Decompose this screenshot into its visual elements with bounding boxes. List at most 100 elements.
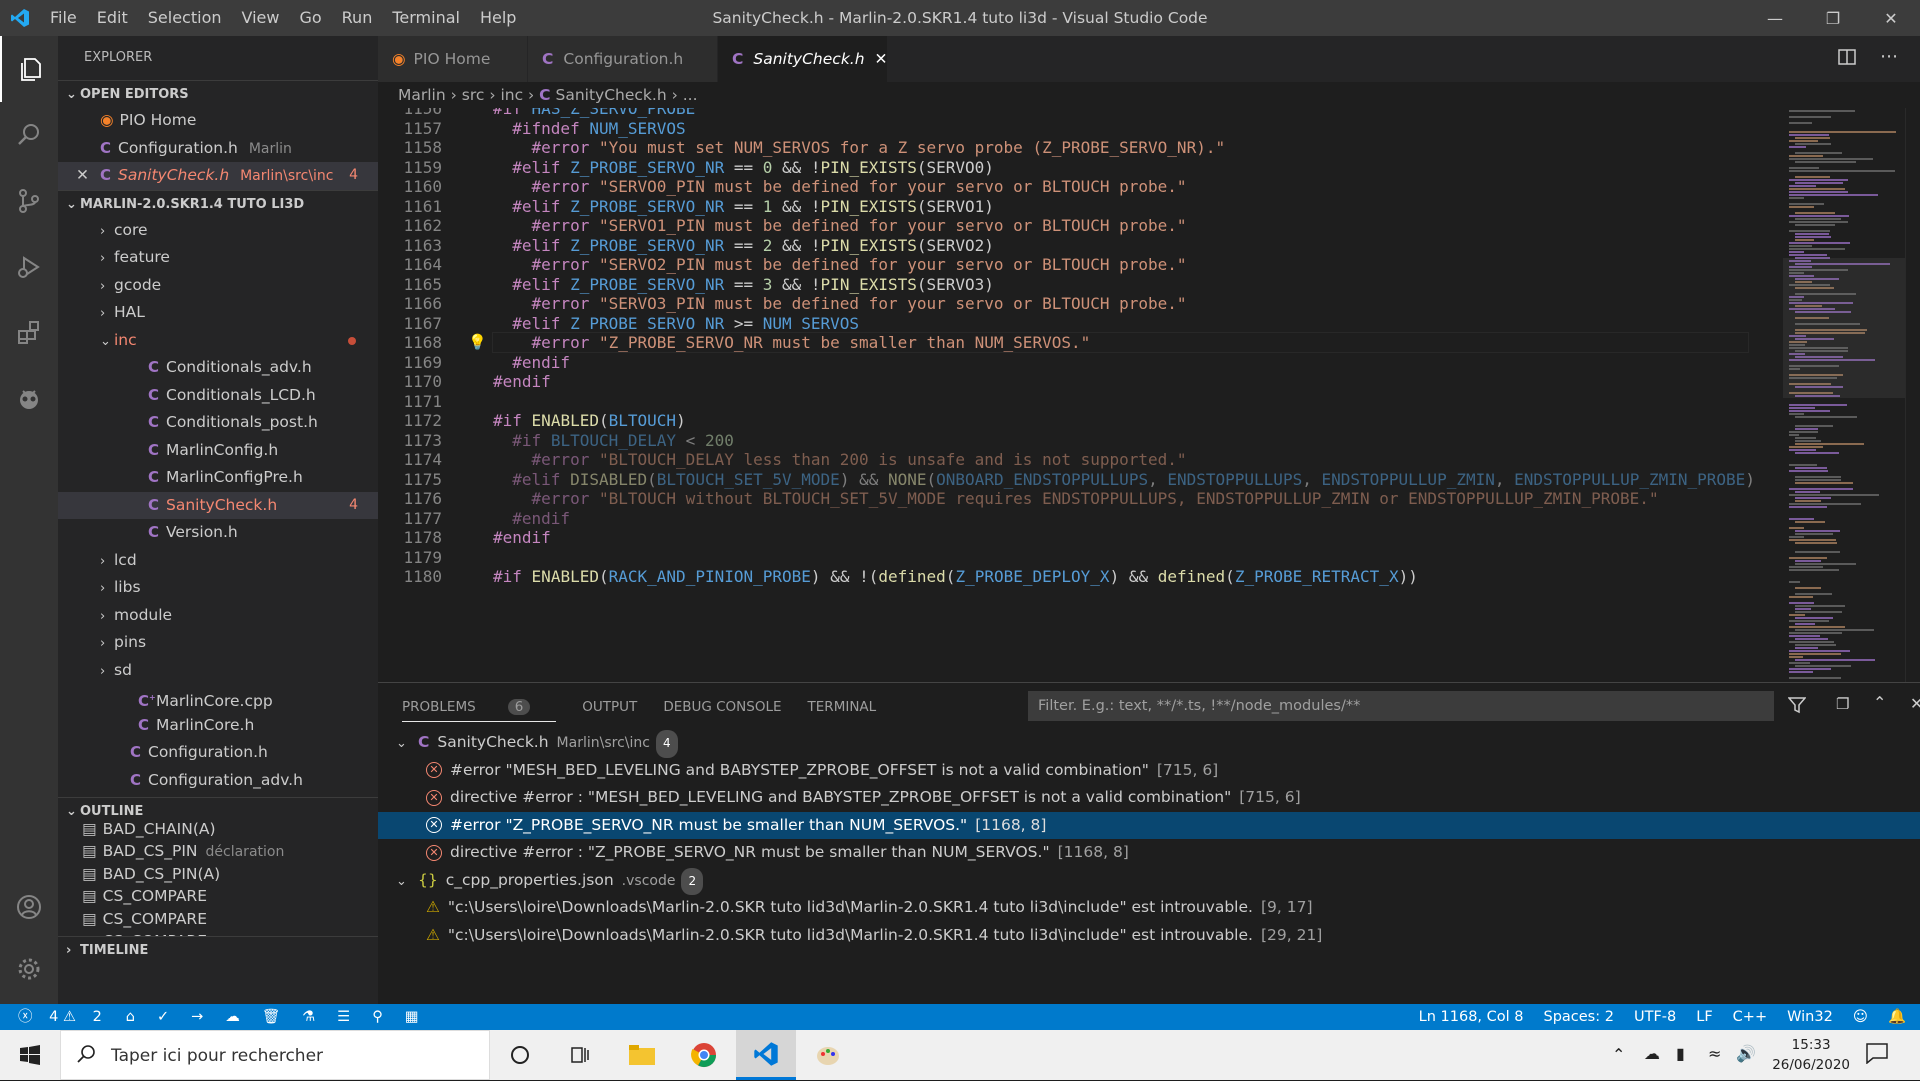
problem-group[interactable]: ⌄ {} c_cpp_properties.json .vscode 2 — [378, 867, 1920, 895]
code-line[interactable]: #endif — [493, 372, 551, 391]
collapse-all-icon[interactable]: ❐ — [1836, 695, 1849, 713]
extensions-icon[interactable] — [0, 300, 58, 366]
close-panel-icon[interactable]: ✕ — [1910, 694, 1920, 713]
code-line[interactable]: #if ENABLED(BLTOUCH) — [493, 411, 686, 430]
file-Version.h[interactable]: C Version.h — [58, 519, 378, 547]
tray-overflow-icon[interactable]: ⌃ — [1612, 1045, 1625, 1064]
code-line[interactable]: #error "SERVO1_PIN must be defined for y… — [493, 216, 1187, 235]
file-Conditionals_LCD.h[interactable]: C Conditionals_LCD.h — [58, 382, 378, 410]
paint-icon[interactable] — [798, 1030, 858, 1080]
platform[interactable]: Win32 — [1787, 1004, 1833, 1030]
open-editor-pio-home[interactable]: ◉ PIO Home — [58, 107, 378, 135]
vscode-taskbar-icon[interactable] — [736, 1030, 796, 1080]
code-line[interactable]: #elif DISABLED(BLTOUCH_SET_5V_MODE) && N… — [493, 470, 1755, 489]
split-editor-icon[interactable] — [1838, 48, 1856, 70]
folder-gcode[interactable]: › gcode — [58, 272, 378, 300]
folder-lcd[interactable]: › lcd — [58, 547, 378, 575]
folder-HAL[interactable]: › HAL — [58, 299, 378, 327]
notification-center-icon[interactable] — [1865, 1042, 1889, 1068]
menu-item-go[interactable]: Go — [289, 0, 331, 36]
outline-item[interactable]: ▤ BAD_CHAIN(A) — [58, 818, 378, 840]
file-MarlinConfig.h[interactable]: C MarlinConfig.h — [58, 437, 378, 465]
pio-clean-icon[interactable]: 🗑 — [262, 1004, 280, 1030]
problem-item[interactable]: ✕ directive #error : "Z_PROBE_SERVO_NR mu… — [378, 839, 1920, 867]
cortana-icon[interactable] — [490, 1030, 550, 1080]
source-control-icon[interactable] — [0, 168, 58, 234]
folder-inc[interactable]: ⌄ inc — [58, 327, 378, 355]
breadcrumb-item[interactable]: Marlin — [398, 86, 446, 104]
problems-status[interactable]: ⓧ 4 ⚠ 2 — [18, 1004, 102, 1030]
file-MarlinCore.cpp[interactable]: C+MarlinCore.cpp — [58, 684, 378, 712]
close-window-icon[interactable]: ✕ — [1862, 0, 1920, 36]
windows-start-icon[interactable] — [0, 1030, 60, 1080]
code-line[interactable]: #endif — [493, 353, 570, 372]
breadcrumb-item[interactable]: src — [462, 86, 485, 104]
tab-problems[interactable]: PROBLEMS 6 — [402, 698, 557, 722]
code-line[interactable]: #if HAS_Z_SERVO_PROBE — [493, 108, 695, 118]
tab-sanitycheck[interactable]: C SanityCheck.h ✕ — [718, 36, 888, 82]
folder-pins[interactable]: › pins — [58, 629, 378, 657]
workspace-section[interactable]: ⌄ MARLIN-2.0.SKR1.4 TUTO LI3D — [58, 189, 378, 217]
settings-gear-icon[interactable] — [0, 936, 58, 1002]
onedrive-icon[interactable]: ☁ — [1644, 1044, 1660, 1063]
problem-item[interactable]: ✕ #error "MESH_BED_LEVELING and BABYSTEP_… — [378, 757, 1920, 785]
cursor-position[interactable]: Ln 1168, Col 8 — [1419, 1004, 1524, 1030]
indentation[interactable]: Spaces: 2 — [1544, 1004, 1614, 1030]
file-Conditionals_adv.h[interactable]: C Conditionals_adv.h — [58, 354, 378, 382]
code-line[interactable]: #elif Z_PROBE_SERVO_NR == 2 && !PIN_EXIS… — [493, 236, 994, 255]
tab-debug-console[interactable]: DEBUG CONSOLE — [663, 699, 781, 715]
close-tab-icon[interactable]: ✕ — [875, 50, 888, 68]
code-line[interactable]: #elif Z_PROBE_SERVO_NR >= NUM_SERVOS — [493, 314, 859, 333]
breadcrumb-item[interactable]: ... — [683, 86, 698, 104]
menu-item-view[interactable]: View — [232, 0, 290, 36]
taskbar-search-input[interactable]: Taper ici pour rechercher — [60, 1030, 490, 1080]
problem-item[interactable]: ⚠ "c:\Users\loire\Downloads\Marlin-2.0.SK… — [378, 894, 1920, 922]
outline-item[interactable]: ▤ CS_COMPARE — [58, 930, 378, 936]
code-line[interactable]: #error "SERVO0_PIN must be defined for y… — [493, 177, 1187, 196]
menu-item-selection[interactable]: Selection — [138, 0, 232, 36]
folder-module[interactable]: › module — [58, 602, 378, 630]
menu-item-terminal[interactable]: Terminal — [382, 0, 470, 36]
file-explorer-icon[interactable] — [612, 1030, 672, 1080]
problem-item[interactable]: ✕ #error "Z_PROBE_SERVO_NR must be smalle… — [378, 811, 1920, 839]
code-line[interactable]: #error "Z_PROBE_SERVO_NR must be smaller… — [492, 332, 1749, 353]
tab-terminal[interactable]: TERMINAL — [808, 699, 877, 715]
pio-home-icon[interactable]: ⌂ — [126, 1004, 135, 1030]
file-Conditionals_post.h[interactable]: C Conditionals_post.h — [58, 409, 378, 437]
tab-output[interactable]: OUTPUT — [582, 699, 637, 715]
pio-serial-icon[interactable]: ⚲ — [372, 1004, 383, 1030]
breadcrumb-item[interactable]: SanityCheck.h — [556, 86, 667, 104]
close-editor-icon[interactable]: ✕ — [76, 162, 100, 190]
account-icon[interactable] — [0, 874, 58, 940]
code-line[interactable]: #elif Z_PROBE_SERVO_NR == 0 && !PIN_EXIS… — [493, 158, 994, 177]
problems-filter-input[interactable]: Filter. E.g.: text, **/*.ts, !**/node_mo… — [1028, 691, 1774, 721]
code-line[interactable]: #elif Z_PROBE_SERVO_NR == 1 && !PIN_EXIS… — [493, 197, 994, 216]
battery-icon[interactable]: ▮ — [1676, 1044, 1685, 1063]
file-Configuration.h[interactable]: C Configuration.h — [58, 739, 378, 767]
outline-item[interactable]: ▤ CS_COMPARE — [58, 908, 378, 930]
minimize-icon[interactable]: — — [1746, 0, 1804, 36]
volume-icon[interactable]: 🔊 — [1736, 1044, 1756, 1063]
pio-terminal-icon[interactable]: ▦ — [405, 1004, 419, 1030]
encoding[interactable]: UTF-8 — [1634, 1004, 1676, 1030]
pio-tasks-icon[interactable]: ☰ — [337, 1004, 350, 1030]
taskbar-clock[interactable]: 15:33 26/06/2020 — [1772, 1035, 1850, 1075]
notifications-icon[interactable]: 🔔 — [1888, 1004, 1906, 1030]
code-line[interactable]: #error "BLTOUCH_DELAY less than 200 is u… — [493, 450, 1187, 469]
code-line[interactable]: #endif — [493, 509, 570, 528]
feedback-icon[interactable]: ☺ — [1853, 1004, 1868, 1030]
code-line[interactable]: #error "BLTOUCH without BLTOUCH_SET_5V_M… — [493, 489, 1659, 508]
outline-item[interactable]: ▤ BAD_CS_PIN déclaration — [58, 840, 378, 862]
menu-item-help[interactable]: Help — [470, 0, 526, 36]
tab-pio-home[interactable]: ◉ PIO Home — [378, 36, 528, 82]
restore-icon[interactable]: ❐ — [1804, 0, 1862, 36]
open-editors-section[interactable]: ⌄ OPEN EDITORS — [58, 80, 378, 107]
menu-item-run[interactable]: Run — [332, 0, 383, 36]
search-icon[interactable] — [0, 102, 58, 168]
filter-icon[interactable] — [1787, 696, 1807, 718]
code-editor[interactable]: 1156 #if HAS_Z_SERVO_PROBE 1157 #ifndef NU… — [378, 108, 1783, 682]
menu-item-edit[interactable]: Edit — [87, 0, 138, 36]
minimap[interactable] — [1783, 108, 1905, 682]
eol[interactable]: LF — [1696, 1004, 1712, 1030]
pio-build-icon[interactable]: ✓ — [157, 1004, 169, 1030]
